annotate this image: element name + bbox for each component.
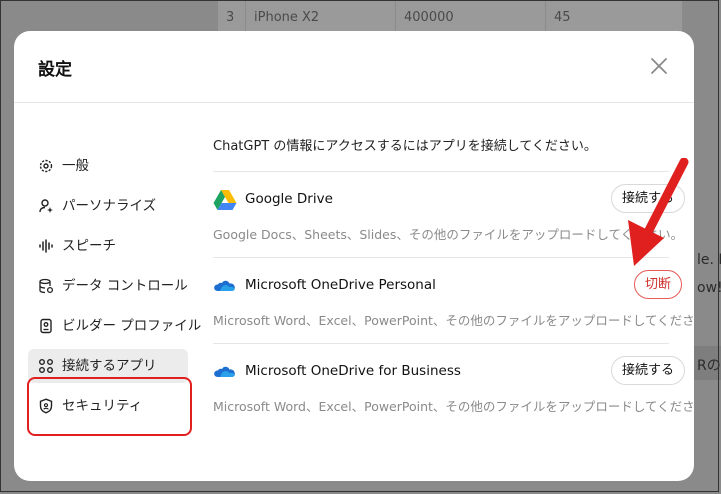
screenshot-frame — [0, 0, 719, 492]
